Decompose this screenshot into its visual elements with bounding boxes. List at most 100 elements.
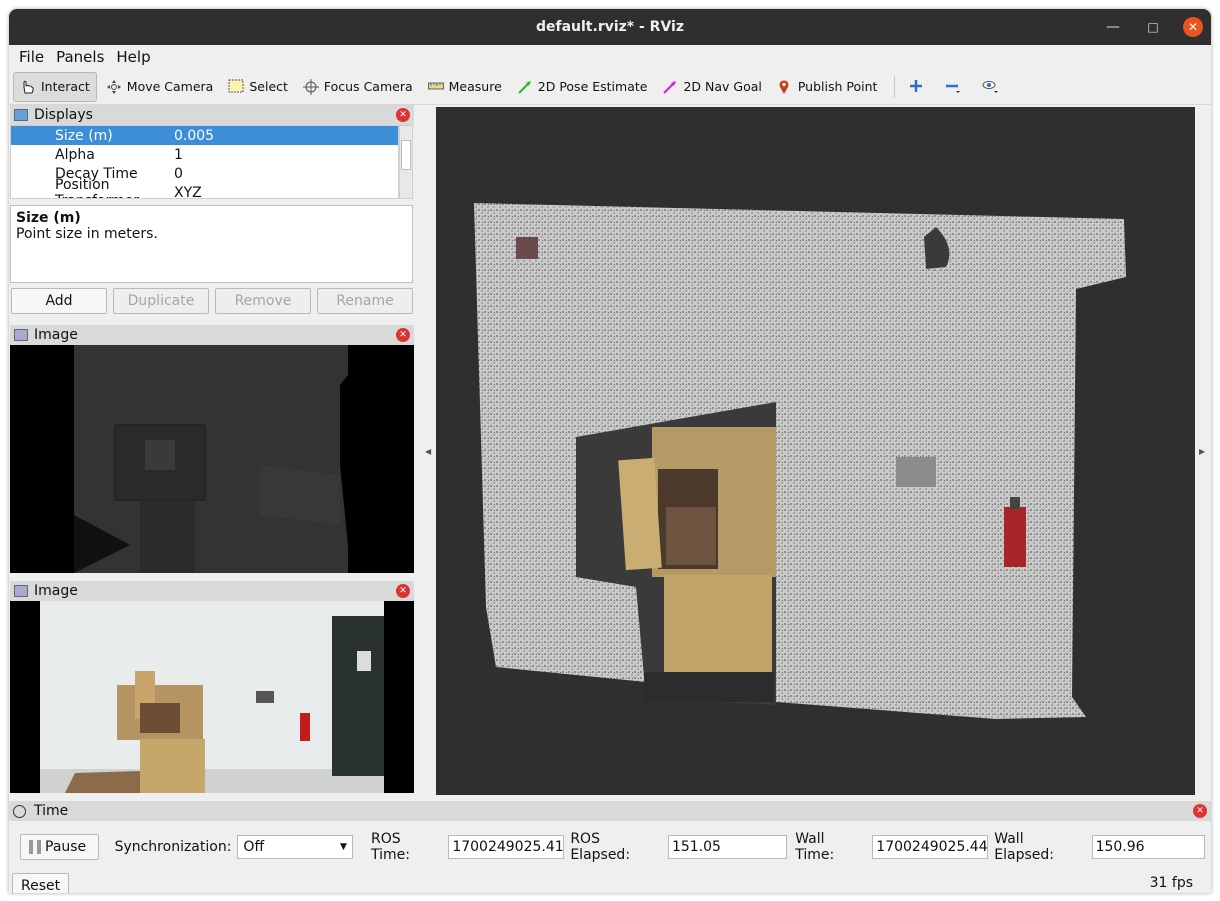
displays-panel-title: Displays (34, 107, 93, 123)
image-icon (14, 585, 28, 597)
close-panel-icon[interactable]: ✕ (396, 584, 410, 598)
ros-elapsed-label: ROS Elapsed: (570, 831, 631, 863)
ros-time-label: ROS Time: (370, 831, 410, 863)
pose-estimate-label: 2D Pose Estimate (537, 79, 648, 94)
menu-file[interactable]: File (13, 48, 50, 66)
close-panel-icon[interactable]: ✕ (396, 108, 410, 122)
nav-goal-tool-button[interactable]: 2D Nav Goal (656, 72, 767, 102)
add-tool-button[interactable] (903, 72, 936, 102)
pause-button[interactable]: Pause (20, 834, 99, 860)
property-name: Size (m) (55, 127, 113, 144)
color-image-panel: Image ✕ (10, 581, 414, 795)
toolbar-separator (894, 75, 896, 98)
select-tool-button[interactable]: Select (222, 72, 294, 102)
select-label: Select (249, 79, 288, 94)
window-title: default.rviz* - RViz (535, 19, 684, 35)
chevron-down-icon: ▼ (340, 842, 347, 852)
toolbar: Interact Move Camera Select Focus Camera… (9, 69, 1211, 105)
3d-viewport[interactable] (436, 107, 1195, 795)
select-rectangle-icon (228, 79, 246, 95)
magenta-arrow-icon (662, 79, 680, 95)
rename-button[interactable]: Rename (317, 288, 413, 314)
depth-image-panel: Image ✕ (10, 325, 414, 575)
sync-select[interactable]: Off ▼ (237, 835, 353, 859)
image-panel-title: Image (34, 327, 78, 343)
time-panel-header: Time ✕ (9, 801, 1211, 821)
displays-button-row: Add Duplicate Remove Rename (11, 288, 413, 314)
interact-label: Interact (41, 79, 90, 94)
menu-panels[interactable]: Panels (50, 48, 110, 66)
property-row[interactable]: Size (m) 0.005 (11, 126, 398, 145)
depth-image-view (10, 345, 414, 573)
property-name: Alpha (55, 146, 95, 163)
property-tree: Size (m) 0.005 Alpha 1 Decay Time 0 Posi… (10, 125, 399, 199)
image-panel-title: Image (34, 583, 78, 599)
property-value[interactable]: XYZ (171, 185, 202, 199)
property-value[interactable]: 0 (171, 166, 183, 182)
reset-button[interactable]: Reset (12, 873, 70, 893)
duplicate-button[interactable]: Duplicate (113, 288, 209, 314)
sync-value: Off (243, 839, 265, 855)
views-tool-button[interactable] (975, 72, 1008, 102)
pause-icon (29, 840, 41, 854)
property-name: Position Transformer (55, 176, 139, 199)
focus-camera-label: Focus Camera (323, 79, 413, 94)
menu-help[interactable]: Help (110, 48, 156, 66)
scrollbar-thumb[interactable] (401, 140, 411, 170)
wall-time-label: Wall Time: (795, 831, 835, 863)
image-panel-header: Image ✕ (10, 325, 414, 345)
move-camera-label: Move Camera (126, 79, 214, 94)
wall-time-field[interactable]: 1700249025.44 (872, 835, 989, 859)
ros-elapsed-field[interactable]: 151.05 (667, 835, 788, 859)
collapse-left-icon[interactable]: ◀ (425, 447, 431, 456)
close-panel-icon[interactable]: ✕ (396, 328, 410, 342)
description-text: Point size in meters. (16, 226, 158, 242)
publish-point-label: Publish Point (797, 79, 878, 94)
close-icon[interactable]: ✕ (1183, 17, 1203, 37)
remove-tool-button[interactable] (939, 72, 972, 102)
property-value[interactable]: 1 (171, 147, 183, 163)
ros-time-field[interactable]: 1700249025.41 (448, 835, 565, 859)
color-image-view (10, 601, 414, 793)
sync-label: Synchronization: (114, 839, 232, 855)
remove-button[interactable]: Remove (215, 288, 311, 314)
maximize-icon[interactable]: □ (1143, 17, 1163, 37)
add-button[interactable]: Add (11, 288, 107, 314)
menu-bar: File Panels Help (9, 45, 1211, 69)
publish-point-tool-button[interactable]: Publish Point (771, 72, 884, 102)
property-value[interactable]: 0.005 (171, 128, 214, 144)
eye-icon (981, 79, 999, 95)
wall-elapsed-label: Wall Elapsed: (994, 831, 1054, 863)
focus-camera-tool-button[interactable]: Focus Camera (297, 72, 419, 102)
property-scrollbar[interactable] (399, 125, 413, 199)
move-camera-tool-button[interactable]: Move Camera (100, 72, 220, 102)
description-title: Size (m) (16, 210, 81, 226)
wall-elapsed-field[interactable]: 150.96 (1091, 835, 1205, 859)
image-panel-header: Image ✕ (10, 581, 414, 601)
time-panel: Time ✕ Pause Synchronization: Off ▼ ROS … (9, 801, 1211, 893)
pose-estimate-tool-button[interactable]: 2D Pose Estimate (511, 72, 654, 102)
rviz-window: default.rviz* - RViz — □ ✕ File Panels H… (9, 9, 1211, 893)
property-description: Size (m) Point size in meters. (10, 205, 413, 283)
property-row[interactable]: Alpha 1 (11, 145, 398, 164)
map-pin-icon (777, 79, 795, 95)
clock-icon (13, 804, 26, 818)
fps-counter: 31 fps (1149, 875, 1193, 891)
title-bar: default.rviz* - RViz — □ ✕ (9, 9, 1211, 45)
focus-crosshair-icon (302, 78, 321, 95)
minimize-icon[interactable]: — (1103, 17, 1123, 37)
minus-icon (945, 79, 963, 95)
hand-pointer-icon (20, 79, 38, 95)
close-panel-icon[interactable]: ✕ (1193, 804, 1207, 818)
interact-tool-button[interactable]: Interact (13, 71, 97, 102)
left-dock: Displays ✕ Size (m) 0.005 Alpha 1 Decay … (9, 105, 415, 795)
displays-panel-header: Displays ✕ (10, 105, 414, 125)
nav-goal-label: 2D Nav Goal (683, 79, 762, 94)
property-row[interactable]: Position Transformer XYZ (11, 177, 398, 199)
collapse-right-icon[interactable]: ▶ (1199, 447, 1205, 456)
measure-label: Measure (448, 79, 502, 94)
time-panel-title: Time (34, 803, 69, 819)
image-icon (14, 329, 28, 341)
pause-label: Pause (45, 839, 87, 855)
measure-tool-button[interactable]: Measure (422, 72, 508, 102)
